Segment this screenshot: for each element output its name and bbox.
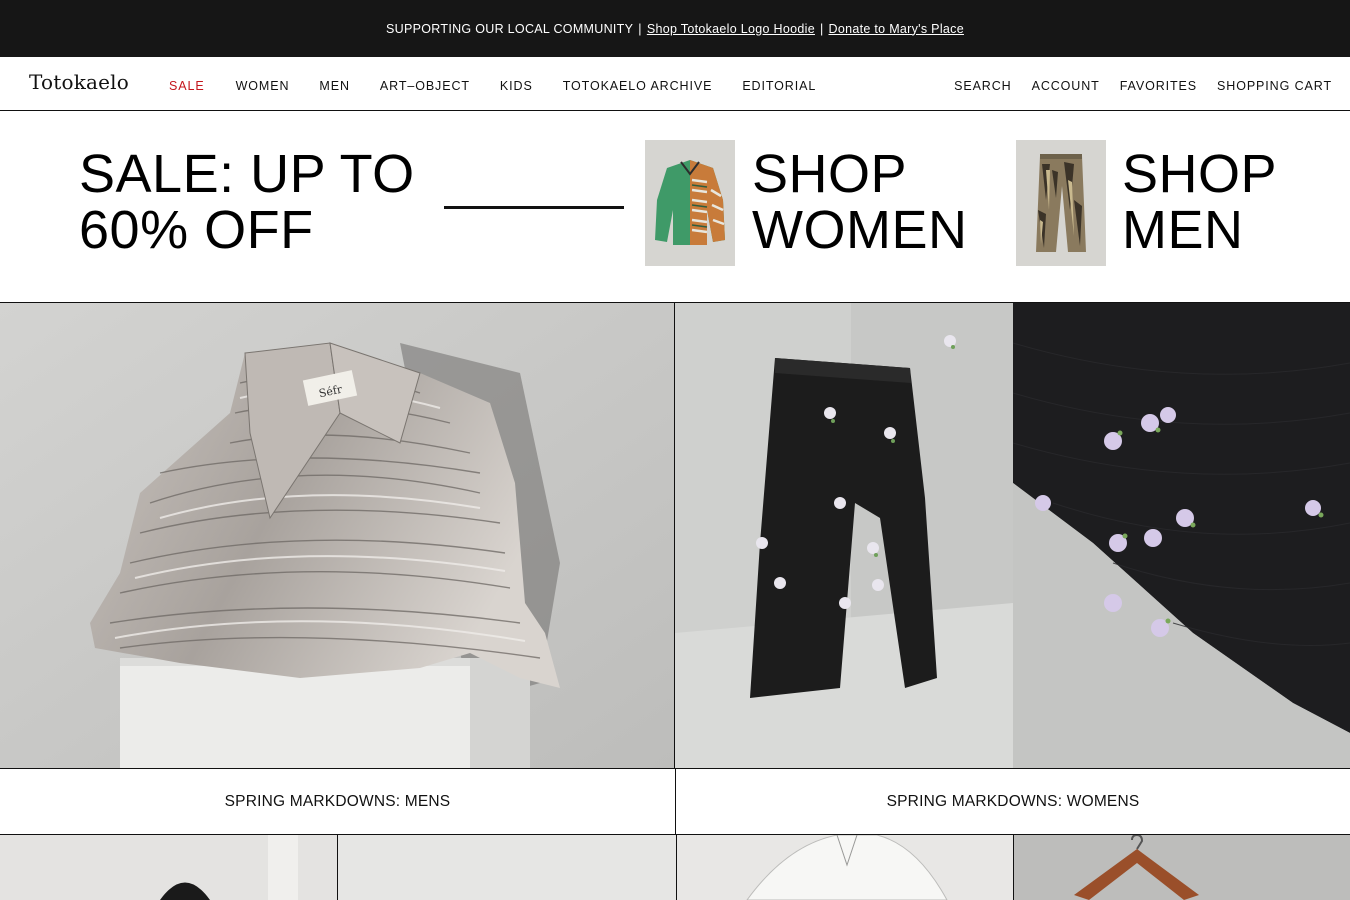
sweater-image [645,140,735,266]
nav-item-art-object[interactable]: ART–OBJECT [380,79,470,93]
shop-women-line1: SHOP [752,144,908,204]
favorites-link[interactable]: FAVORITES [1120,79,1197,93]
promo-divider-line [444,206,624,209]
sale-headline-line1: SALE: UP TO [79,144,415,204]
shop-hoodie-link[interactable]: Shop Totokaelo Logo Hoodie [647,22,815,36]
printed-pants-image [1016,140,1106,266]
shop-women-line2: WOMEN [752,200,968,260]
black-fabric-flowers-image [1013,303,1350,768]
feature-captions: SPRING MARKDOWNS: MENS SPRING MARKDOWNS:… [0,769,1350,835]
mens-feature-image[interactable]: Séfr [0,303,674,768]
primary-nav: SALE WOMEN MEN ART–OBJECT KIDS TOTOKAELO… [169,79,816,93]
shop-men-line2: MEN [1122,200,1244,260]
shop-women-thumbnail[interactable] [645,140,735,266]
white-shirt-image [677,835,1013,900]
search-link[interactable]: SEARCH [954,79,1012,93]
product-tile[interactable] [0,835,337,900]
black-pants-flowers-image [675,303,1013,768]
shirt-on-plinth-image: Séfr [0,303,674,768]
model-portrait-image [0,835,337,900]
announcement-text: SUPPORTING OUR LOCAL COMMUNITY [386,21,634,36]
nav-item-editorial[interactable]: EDITORIAL [742,79,816,93]
shop-women-link[interactable]: SHOP WOMEN [752,146,967,258]
sale-headline[interactable]: SALE: UP TO 60% OFF [79,146,415,258]
product-tile[interactable] [338,835,676,900]
sale-promo-strip: SALE: UP TO 60% OFF SHOP WOMEN SHOP MEN [0,111,1350,303]
announcement-separator: | [638,21,642,36]
shop-men-link[interactable]: SHOP MEN [1122,146,1277,258]
product-image [338,835,676,900]
product-tile-row [0,835,1350,900]
product-tile[interactable] [677,835,1013,900]
site-logo[interactable]: Totokaelo [29,70,129,94]
spring-markdowns-womens-link[interactable]: SPRING MARKDOWNS: WOMENS [676,769,1350,835]
womens-feature-image-pants[interactable] [675,303,1013,768]
utility-nav: SEARCH ACCOUNT FAVORITES SHOPPING CART [954,79,1332,93]
announcement-bar: SUPPORTING OUR LOCAL COMMUNITY | Shop To… [0,0,1350,57]
feature-images: Séfr [0,303,1350,769]
donate-link[interactable]: Donate to Mary's Place [829,22,964,36]
shop-men-thumbnail[interactable] [1016,140,1106,266]
sale-headline-line2: 60% OFF [79,200,314,260]
hanger-image [1014,835,1350,900]
womens-feature-image-fabric[interactable] [1013,303,1350,768]
nav-item-kids[interactable]: KIDS [500,79,533,93]
nav-item-sale[interactable]: SALE [169,79,205,93]
announcement-separator: | [819,21,824,36]
shopping-cart-link[interactable]: SHOPPING CART [1217,79,1332,93]
product-tile[interactable] [1014,835,1350,900]
shop-men-line1: SHOP [1122,144,1278,204]
nav-item-archive[interactable]: TOTOKAELO ARCHIVE [563,79,713,93]
nav-item-men[interactable]: MEN [319,79,349,93]
spring-markdowns-mens-link[interactable]: SPRING MARKDOWNS: MENS [0,769,675,835]
nav-item-women[interactable]: WOMEN [236,79,290,93]
main-nav: Totokaelo SALE WOMEN MEN ART–OBJECT KIDS… [0,57,1350,111]
account-link[interactable]: ACCOUNT [1032,79,1100,93]
